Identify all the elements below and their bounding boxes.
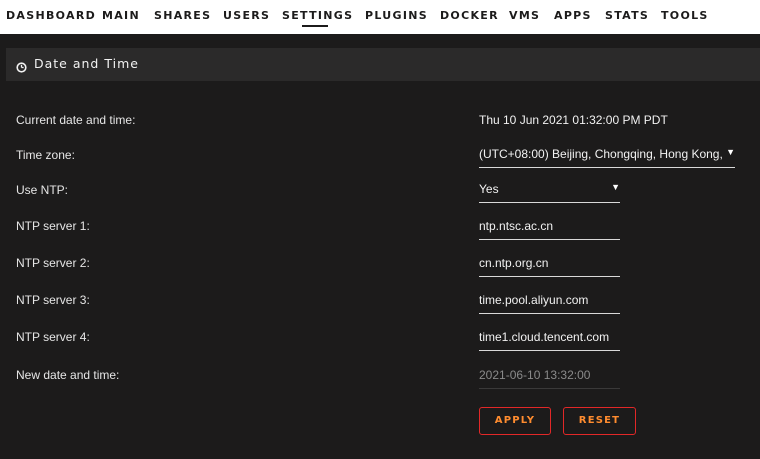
ntp-server-4-value: time1.cloud.tencent.com xyxy=(479,330,610,344)
ntp-server-2-value: cn.ntp.org.cn xyxy=(479,256,549,270)
ntp-server-1-input[interactable]: ntp.ntsc.ac.cn xyxy=(479,217,620,240)
nav-item-settings[interactable]: SETTINGS xyxy=(282,9,353,22)
active-tab-indicator xyxy=(302,25,328,27)
new-datetime-label: New date and time: xyxy=(16,368,120,382)
new-datetime-value: 2021-06-10 13:32:00 xyxy=(479,368,591,382)
nav-item-apps[interactable]: APPS xyxy=(554,9,592,22)
nav-item-users[interactable]: USERS xyxy=(223,9,270,22)
nav-item-tools[interactable]: TOOLS xyxy=(661,9,709,22)
timezone-select[interactable]: (UTC+08:00) Beijing, Chongqing, Hong Kon… xyxy=(479,145,735,168)
use-ntp-label: Use NTP: xyxy=(16,183,69,197)
clock-icon xyxy=(16,58,27,73)
nav-item-vms[interactable]: VMS xyxy=(509,9,540,22)
use-ntp-select[interactable]: Yes ▼ xyxy=(479,180,620,203)
top-navigation: DASHBOARD MAIN SHARES USERS SETTINGS PLU… xyxy=(0,0,760,34)
current-datetime-label: Current date and time: xyxy=(16,113,136,127)
ntp-server-4-label: NTP server 4: xyxy=(16,330,90,344)
ntp-server-1-value: ntp.ntsc.ac.cn xyxy=(479,219,554,233)
nav-item-docker[interactable]: DOCKER xyxy=(440,9,499,22)
ntp-server-3-label: NTP server 3: xyxy=(16,293,90,307)
new-datetime-input[interactable]: 2021-06-10 13:32:00 xyxy=(479,366,620,389)
nav-item-stats[interactable]: STATS xyxy=(605,9,649,22)
nav-item-main[interactable]: MAIN xyxy=(102,9,140,22)
ntp-server-2-label: NTP server 2: xyxy=(16,256,90,270)
apply-button[interactable]: APPLY xyxy=(479,407,551,435)
panel-header: Date and Time xyxy=(6,48,760,81)
timezone-label: Time zone: xyxy=(16,148,75,162)
panel-title: Date and Time xyxy=(34,56,139,71)
chevron-down-icon: ▼ xyxy=(726,147,735,157)
nav-item-dashboard[interactable]: DASHBOARD xyxy=(6,9,96,22)
reset-button[interactable]: RESET xyxy=(563,407,636,435)
ntp-server-4-input[interactable]: time1.cloud.tencent.com xyxy=(479,328,620,351)
nav-item-plugins[interactable]: PLUGINS xyxy=(365,9,428,22)
nav-item-shares[interactable]: SHARES xyxy=(154,9,211,22)
ntp-server-2-input[interactable]: cn.ntp.org.cn xyxy=(479,254,620,277)
ntp-server-1-label: NTP server 1: xyxy=(16,219,90,233)
ntp-server-3-input[interactable]: time.pool.aliyun.com xyxy=(479,291,620,314)
chevron-down-icon: ▼ xyxy=(611,182,620,192)
timezone-selected-value: (UTC+08:00) Beijing, Chongqing, Hong Kon… xyxy=(479,147,723,161)
current-datetime-value: Thu 10 Jun 2021 01:32:00 PM PDT xyxy=(479,113,668,127)
use-ntp-selected-value: Yes xyxy=(479,182,499,196)
ntp-server-3-value: time.pool.aliyun.com xyxy=(479,293,589,307)
